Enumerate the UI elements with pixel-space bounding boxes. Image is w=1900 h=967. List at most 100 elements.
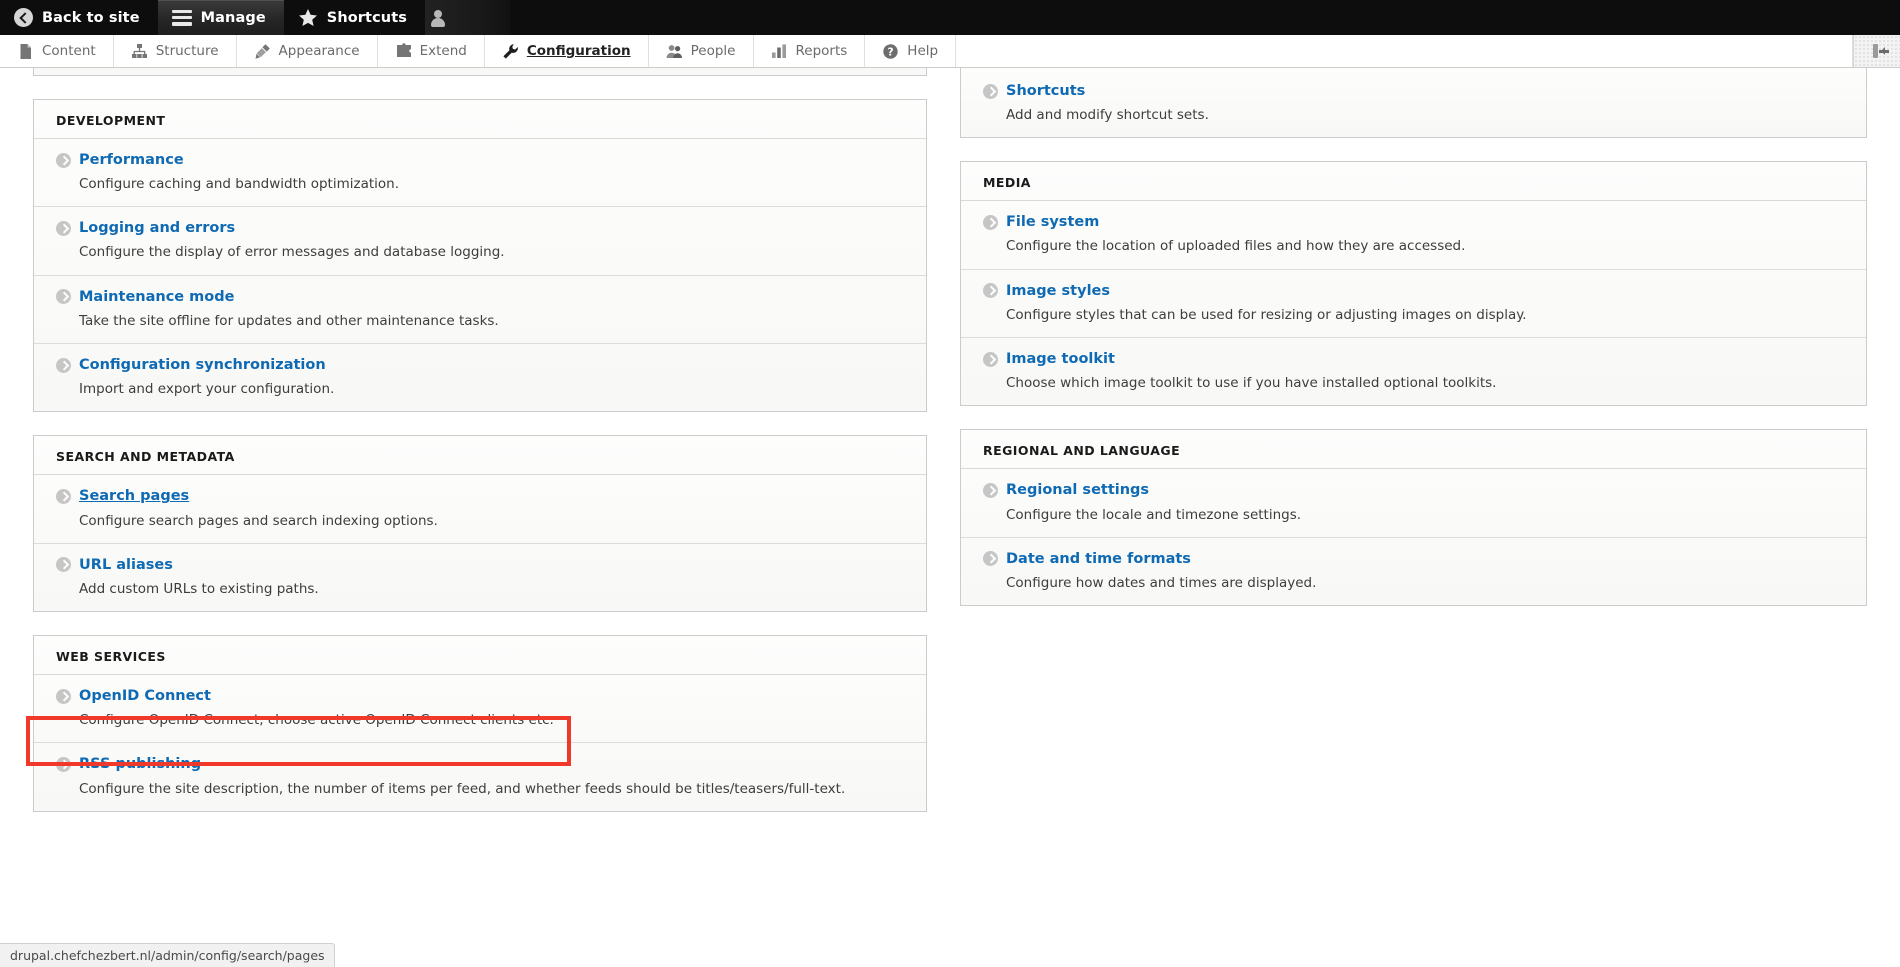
link-image-styles[interactable]: Image styles [983,282,1844,300]
panel-title: SEARCH AND METADATA [34,436,926,476]
link-file-system[interactable]: File system [983,213,1844,231]
back-to-site-button[interactable]: Back to site [0,0,158,35]
config-item-performance[interactable]: Performance Configure caching and bandwi… [34,139,926,208]
chevron-right-circle-icon [983,214,998,230]
panel-title: DEVELOPMENT [34,100,926,139]
panel-title: WEB SERVICES [34,636,926,676]
link-image-toolkit[interactable]: Image toolkit [983,350,1844,368]
manage-tab[interactable]: Manage [157,0,284,35]
panel-user-interface-partial: Shortcuts Add and modify shortcut sets. [960,68,1867,139]
panel-regional-and-language: REGIONAL AND LANGUAGE Regional settings … [960,429,1867,607]
tray-label: Structure [155,43,219,59]
toolbar-orientation-toggle[interactable] [1853,35,1900,67]
chevron-right-circle-icon [983,283,998,299]
config-item-image-styles[interactable]: Image styles Configure styles that can b… [961,270,1866,339]
chevron-right-circle-icon [983,482,998,498]
config-item-openid-connect[interactable]: OpenID Connect Configure OpenID Connect,… [34,675,926,744]
item-label: Image toolkit [1006,351,1115,368]
chevron-right-circle-icon [56,756,71,772]
item-label: Shortcuts [1006,83,1086,99]
config-column-right: Shortcuts Add and modify shortcut sets. … [950,68,1900,835]
tray-item-appearance[interactable]: Appearance [237,35,378,67]
link-configuration-synchronization[interactable]: Configuration synchronization [56,356,904,374]
tray-label: Content [42,43,96,59]
config-columns: DEVELOPMENT Performance Configure cachin… [0,68,1900,835]
tray-label: Configuration [526,43,631,59]
chevron-right-circle-icon [56,357,71,373]
item-label: URL aliases [79,556,173,573]
puzzle-icon [395,42,412,60]
panel-media: MEDIA File system Configure the location… [960,161,1867,407]
item-label: OpenID Connect [79,688,211,705]
panel-title: REGIONAL AND LANGUAGE [961,430,1866,470]
chevron-right-circle-icon [983,83,998,99]
tray-item-structure[interactable]: Structure [114,35,237,67]
chevron-right-circle-icon [56,152,71,168]
config-item-logging-and-errors[interactable]: Logging and errors Configure the display… [34,207,926,276]
config-item-file-system[interactable]: File system Configure the location of up… [961,201,1866,270]
item-description: Configure the location of uploaded files… [1006,238,1466,255]
wrench-icon [502,43,519,60]
link-search-pages[interactable]: Search pages [56,487,904,505]
tray-item-configuration[interactable]: Configuration [485,35,649,67]
status-bar-url: drupal.chefchezbert.nl/admin/config/sear… [10,948,325,963]
link-url-aliases[interactable]: URL aliases [56,556,904,574]
tray-label: People [690,43,736,59]
item-label: Regional settings [1006,482,1150,499]
item-label: Configuration synchronization [79,357,326,374]
config-item-date-and-time-formats[interactable]: Date and time formats Configure how date… [961,538,1866,605]
link-performance[interactable]: Performance [56,151,904,169]
chevron-right-circle-icon [56,220,71,236]
link-regional-settings[interactable]: Regional settings [983,481,1844,499]
config-column-left: DEVELOPMENT Performance Configure cachin… [0,68,950,835]
config-item-search-pages[interactable]: Search pages Configure search pages and … [34,475,926,544]
config-item-maintenance-mode[interactable]: Maintenance mode Take the site offline f… [34,276,926,345]
tray-item-people[interactable]: People [649,35,754,67]
star-icon [298,8,318,27]
link-openid-connect[interactable]: OpenID Connect [56,687,904,705]
config-item-url-aliases[interactable]: URL aliases Add custom URLs to existing … [34,544,926,611]
admin-menu-tray: Content Structure Appearance Extend Conf… [0,35,1900,68]
tray-item-reports[interactable]: Reports [754,35,866,67]
item-label: RSS publishing [79,756,202,773]
item-description: Choose which image toolkit to use if you… [1006,375,1497,392]
sitemap-icon [131,43,148,60]
chevron-right-circle-icon [56,488,71,504]
tray-item-extend[interactable]: Extend [378,35,485,67]
config-item-image-toolkit[interactable]: Image toolkit Choose which image toolkit… [961,338,1866,405]
item-label: Image styles [1006,282,1110,299]
link-logging-and-errors[interactable]: Logging and errors [56,219,904,237]
link-date-and-time-formats[interactable]: Date and time formats [983,550,1844,568]
chevron-right-circle-icon [56,557,71,573]
panel-search-and-metadata: SEARCH AND METADATA Search pages Configu… [33,435,927,613]
config-item-rss-publishing[interactable]: RSS publishing Configure the site descri… [34,743,926,810]
user-account-tab[interactable] [424,0,510,35]
tray-spacer [956,35,1853,67]
tray-item-content[interactable]: Content [0,35,114,67]
item-description: Configure how dates and times are displa… [1006,574,1317,591]
shortcuts-tab[interactable]: Shortcuts [284,0,425,35]
item-label: Maintenance mode [79,288,235,305]
item-description: Configure styles that can be used for re… [1006,306,1527,323]
link-rss-publishing[interactable]: RSS publishing [56,755,904,773]
tray-label: Extend [419,43,467,59]
item-label: Logging and errors [79,220,236,237]
shortcuts-label: Shortcuts [326,9,407,26]
config-item-shortcuts[interactable]: Shortcuts Add and modify shortcut sets. [961,68,1866,137]
link-shortcuts[interactable]: Shortcuts [983,82,1844,100]
admin-config-page: DEVELOPMENT Performance Configure cachin… [0,68,1900,967]
item-description: Import and export your configuration. [79,381,335,398]
link-maintenance-mode[interactable]: Maintenance mode [56,288,904,306]
config-item-configuration-synchronization[interactable]: Configuration synchronization Import and… [34,344,926,411]
panel-development: DEVELOPMENT Performance Configure cachin… [33,99,927,413]
bar-chart-icon [771,43,788,60]
item-label: Search pages [79,488,190,505]
item-description: Configure the locale and timezone settin… [1006,506,1302,523]
back-arrow-icon [14,8,33,27]
item-description: Add and modify shortcut sets. [1006,107,1209,124]
config-item-regional-settings[interactable]: Regional settings Configure the locale a… [961,469,1866,538]
tray-item-help[interactable]: ? Help [865,35,957,67]
hamburger-menu-icon [171,9,192,26]
panel-stub-top-left [33,68,927,76]
item-description: Configure caching and bandwidth optimiza… [79,176,400,193]
